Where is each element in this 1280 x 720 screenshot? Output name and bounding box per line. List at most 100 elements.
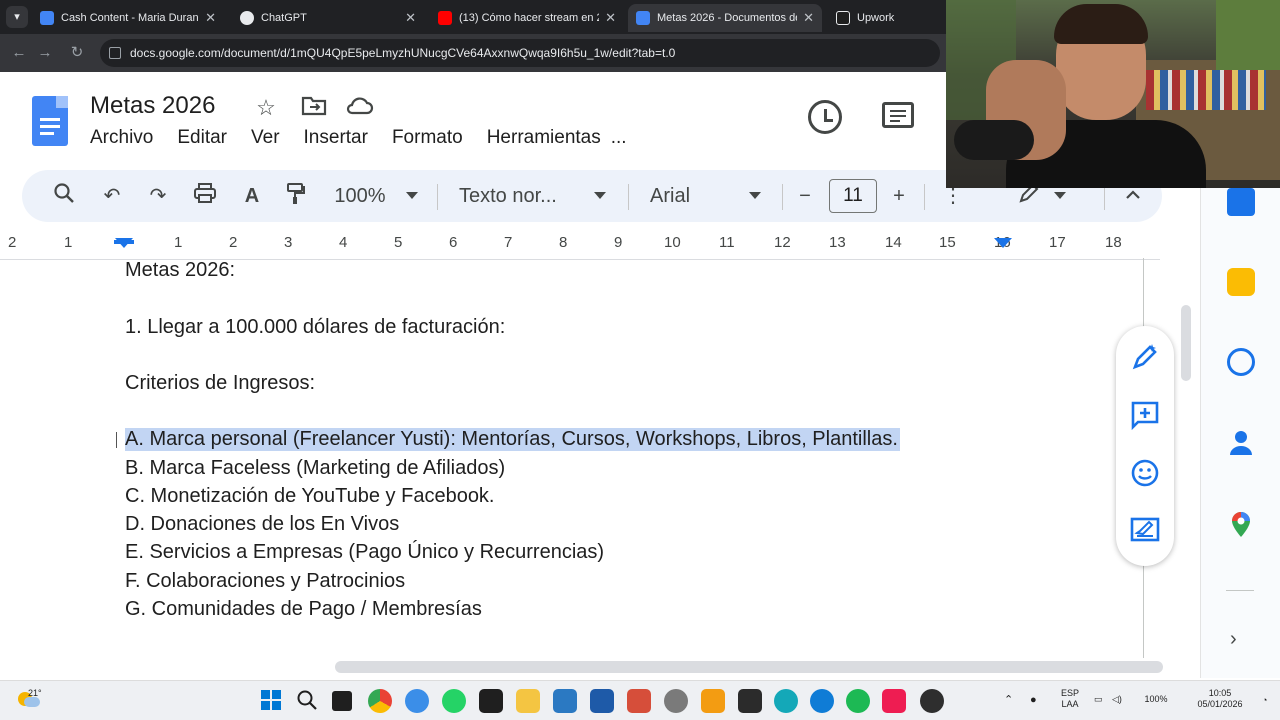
doc-line-selected[interactable]: A. Marca personal (Freelancer Yusti): Me… — [125, 428, 900, 451]
doc-line[interactable]: Criterios de Ingresos: — [125, 372, 315, 395]
doc-line[interactable]: B. Marca Faceless (Marketing de Afiliado… — [125, 457, 505, 480]
task-view-icon[interactable] — [332, 691, 352, 711]
font-caret-icon[interactable] — [749, 192, 761, 199]
chrome-taskbar-icon[interactable] — [368, 689, 392, 713]
document-title[interactable]: Metas 2026 — [90, 92, 215, 120]
clock-time: 10:05 — [1208, 688, 1232, 698]
menu-ver[interactable]: Ver — [251, 127, 280, 149]
search-menus-icon[interactable] — [50, 182, 78, 210]
menu-formato[interactable]: Formato — [392, 127, 463, 149]
increase-font-size-button[interactable]: + — [886, 182, 912, 210]
show-side-panel-chevron-icon[interactable]: › — [1230, 628, 1237, 651]
app-taskbar-icon[interactable] — [738, 689, 762, 713]
tab-close-icon[interactable]: ✕ — [605, 10, 616, 26]
forward-arrow-icon[interactable]: → — [34, 42, 56, 64]
edge-taskbar-icon[interactable] — [810, 689, 834, 713]
font-family-select[interactable]: Arial — [650, 182, 710, 210]
move-folder-icon[interactable] — [300, 94, 328, 122]
menu-herramientas[interactable]: Herramientas — [487, 127, 601, 149]
network-icon[interactable]: ▭ — [1094, 694, 1103, 705]
capcut-taskbar-icon[interactable] — [479, 689, 503, 713]
battery-indicator[interactable]: 100% — [1132, 694, 1180, 705]
vertical-scrollbar[interactable] — [1181, 305, 1191, 381]
notifications-icon[interactable]: ◔ — [1262, 695, 1267, 706]
doc-line[interactable]: C. Monetización de YouTube y Facebook. — [125, 485, 495, 508]
editing-mode-caret-icon[interactable] — [1054, 192, 1066, 199]
add-comment-icon[interactable] — [1130, 400, 1162, 432]
app-taskbar-icon[interactable] — [701, 689, 725, 713]
print-icon[interactable] — [190, 182, 220, 210]
doc-line[interactable]: 1. Llegar a 100.000 dólares de facturaci… — [125, 316, 505, 339]
file-explorer-taskbar-icon[interactable] — [516, 689, 540, 713]
tab-close-icon[interactable]: ✕ — [803, 10, 814, 26]
app-taskbar-icon[interactable] — [405, 689, 429, 713]
add-emoji-reaction-icon[interactable] — [1130, 458, 1162, 490]
show-hidden-icons-chevron-icon[interactable]: ⌃ — [1004, 695, 1013, 706]
doc-line[interactable]: G. Comunidades de Pago / Membresías — [125, 598, 482, 621]
font-size-input[interactable]: 11 — [829, 179, 877, 213]
paragraph-style-select[interactable]: Texto nor... — [459, 182, 571, 210]
settings-gear-icon[interactable] — [664, 689, 688, 713]
doc-line[interactable]: D. Donaciones de los En Vivos — [125, 513, 399, 536]
site-info-icon[interactable] — [109, 47, 121, 59]
app-taskbar-icon[interactable] — [553, 689, 577, 713]
calendar-icon[interactable] — [1227, 188, 1255, 216]
comments-icon[interactable] — [882, 102, 914, 128]
zoom-caret-icon[interactable] — [406, 192, 418, 199]
back-arrow-icon[interactable]: ← — [8, 42, 30, 64]
whatsapp-taskbar-icon[interactable] — [442, 689, 466, 713]
help-me-write-icon[interactable] — [1130, 342, 1162, 374]
obs-taskbar-icon[interactable] — [920, 689, 944, 713]
star-icon[interactable]: ☆ — [252, 94, 280, 122]
tasks-icon[interactable] — [1227, 348, 1255, 376]
menu-archivo[interactable]: Archivo — [90, 127, 153, 149]
taskbar-search-icon[interactable] — [296, 689, 320, 713]
suggest-edits-icon[interactable] — [1130, 516, 1162, 548]
store-taskbar-icon[interactable] — [590, 689, 614, 713]
tab-cash-content[interactable]: Cash Content - Maria Duran (Fr ✕ — [32, 4, 224, 32]
decrease-font-size-button[interactable]: − — [792, 182, 818, 210]
zoom-select[interactable]: 100% — [332, 182, 388, 210]
contacts-icon[interactable] — [1227, 428, 1255, 456]
spotify-taskbar-icon[interactable] — [846, 689, 870, 713]
undo-icon[interactable]: ↶ — [98, 182, 126, 210]
tab-metas-2026[interactable]: Metas 2026 - Documentos de G ✕ — [628, 4, 822, 32]
reload-icon[interactable]: ↻ — [66, 42, 88, 64]
spellcheck-icon[interactable]: A — [238, 182, 266, 210]
redo-icon[interactable]: ↷ — [144, 182, 172, 210]
youtube-favicon-icon — [438, 11, 452, 25]
google-docs-logo-icon[interactable] — [32, 96, 68, 146]
tab-chatgpt[interactable]: ChatGPT ✕ — [232, 4, 424, 32]
horizontal-scrollbar[interactable] — [335, 661, 1163, 673]
app-taskbar-icon[interactable] — [627, 689, 651, 713]
version-history-icon[interactable] — [808, 100, 842, 134]
tiktok-taskbar-icon[interactable] — [882, 689, 906, 713]
keep-icon[interactable] — [1227, 268, 1255, 296]
tab-youtube-stream[interactable]: (13) Cómo hacer stream en 2 pl ✕ — [430, 4, 624, 32]
right-indent-marker-icon[interactable] — [994, 238, 1012, 248]
tab-upwork[interactable]: Upwork — [828, 4, 938, 32]
cloud-saved-icon[interactable] — [344, 94, 374, 122]
menu-editar[interactable]: Editar — [177, 127, 227, 149]
menu-insertar[interactable]: Insertar — [304, 127, 368, 149]
volume-icon[interactable]: ◁) — [1112, 694, 1122, 705]
menu-more[interactable]: ... — [611, 127, 627, 149]
floating-actions-panel — [1116, 326, 1174, 566]
doc-line[interactable]: Metas 2026: — [125, 259, 235, 282]
left-indent-marker-icon[interactable] — [115, 238, 133, 248]
microphone-icon[interactable]: ● — [1030, 695, 1037, 706]
tab-close-icon[interactable]: ✕ — [205, 10, 216, 26]
horizontal-ruler[interactable]: 2 1 1 2 3 4 5 6 7 8 9 10 11 12 13 14 15 … — [0, 234, 1160, 260]
doc-line[interactable]: F. Colaboraciones y Patrocinios — [125, 570, 405, 593]
tab-search-menu-icon[interactable]: ▾ — [6, 6, 28, 28]
app-taskbar-icon[interactable] — [774, 689, 798, 713]
doc-line[interactable]: E. Servicios a Empresas (Pago Único y Re… — [125, 541, 604, 564]
start-windows-icon[interactable] — [260, 689, 284, 713]
clock[interactable]: 10:05 05/01/2026 — [1188, 688, 1252, 710]
maps-icon[interactable] — [1227, 510, 1255, 538]
paint-format-icon[interactable] — [282, 182, 310, 210]
tab-close-icon[interactable]: ✕ — [405, 10, 416, 26]
address-bar[interactable]: docs.google.com/document/d/1mQU4QpE5peLm… — [100, 39, 940, 67]
language-indicator[interactable]: ESP LAA — [1056, 688, 1084, 710]
style-caret-icon[interactable] — [594, 192, 606, 199]
